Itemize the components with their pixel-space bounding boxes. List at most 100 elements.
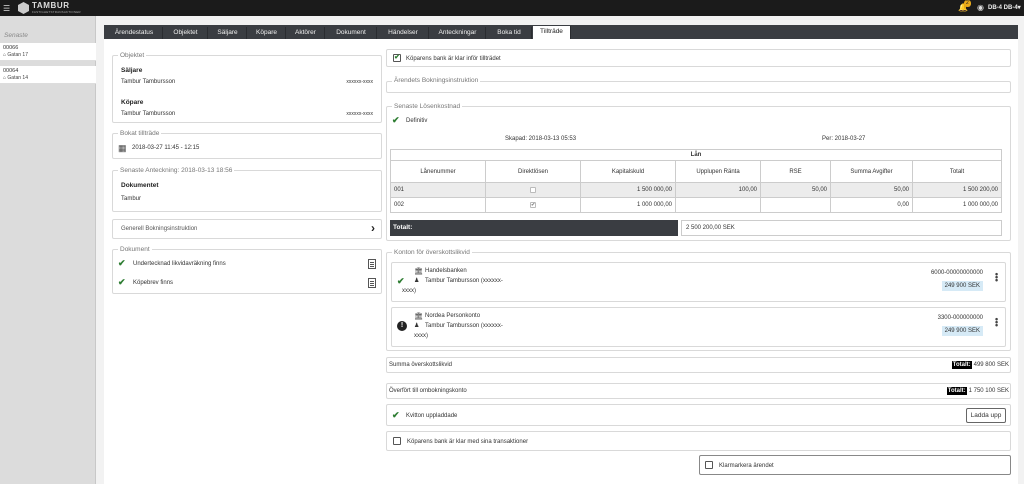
overfort-total-label: Totalt: [946, 387, 967, 395]
generell-label: Generell Bokningsinstruktion [121, 226, 198, 232]
konton-panel: Konton för överskottslikvid ✔ 🏛 Handelsb… [386, 249, 1011, 351]
tab-dokument[interactable]: Dokument [326, 27, 377, 39]
objektet-legend: Objektet [118, 52, 147, 59]
user-name: DB-4 DB-4 [988, 5, 1018, 11]
buyer-name: Tambur Tambursson [121, 111, 176, 117]
arendets-legend: Ärendets Bokningsinstruktion [392, 77, 481, 84]
logo[interactable]: TAMBUR FASTIGHETSTRANSAKTIONER [18, 1, 81, 15]
direktlosen-checkbox[interactable]: ✔ [530, 201, 536, 208]
losen-created: Skapad: 2018-03-13 05:53 [505, 136, 577, 142]
check-icon: ✔ [118, 277, 126, 287]
losenkostnad-panel: Senaste Lösenkostnad ✔ Definitiv Skapad:… [386, 103, 1011, 241]
col-direktlosen: Direktlösen [485, 160, 581, 183]
check-icon: ✔ [392, 115, 400, 125]
buyer-id: xxxxxx-xxxx [346, 111, 373, 117]
account-number: 3300-000000000 [937, 315, 983, 321]
tab-anteckningar[interactable]: Anteckningar [430, 27, 486, 39]
case-address: ⌂ Gatan 17 [3, 52, 93, 58]
arendets-bokningsinstruktion-panel[interactable]: Ärendets Bokningsinstruktion [386, 77, 1011, 93]
user-icon[interactable]: ◉ [977, 3, 984, 12]
col-upplupen-ranta: Upplupen Ränta [675, 160, 761, 183]
bank-name: Handelsbanken [425, 268, 467, 274]
dokument-item-label: Köpebrev finns [133, 280, 174, 286]
col-rse: RSE [760, 160, 831, 183]
tab-saljare[interactable]: Säljare [209, 27, 247, 39]
user-menu[interactable]: DB-4 DB-4▾ [988, 4, 1021, 11]
hamburger-menu-icon[interactable]: ☰ [3, 4, 10, 13]
dokument-legend: Dokument [118, 246, 152, 253]
bokat-tilltrade-panel: Bokat tillträde ▦ 2018-03-27 11:45 - 12:… [112, 130, 382, 159]
col-totalt: Totalt [912, 160, 1002, 183]
notification-badge: 2 [964, 0, 971, 7]
tab-objektet[interactable]: Objektet [164, 27, 208, 39]
sidebar-item-00066[interactable]: 00066 ⌂ Gatan 17 [0, 43, 96, 61]
overfort-value: 1 750 100 SEK [968, 388, 1009, 394]
logo-subtext: FASTIGHETSTRANSAKTIONER [32, 10, 81, 14]
document-icon[interactable] [368, 278, 376, 288]
anteckning-legend: Senaste Anteckning: 2018-03-13 18:56 [118, 167, 235, 174]
tab-kopare[interactable]: Köpare [248, 27, 286, 39]
losen-per: Per: 2018-03-27 [822, 136, 866, 142]
losen-legend: Senaste Lösenkostnad [392, 103, 463, 110]
cell-lanenummer: 002 [390, 197, 486, 213]
chevron-right-icon[interactable]: › [371, 221, 375, 235]
more-vertical-icon[interactable]: • • • [995, 270, 998, 285]
calendar-icon: ▦ [118, 143, 127, 153]
konton-legend: Konton för överskottslikvid [392, 249, 472, 256]
cell-ranta [675, 197, 761, 213]
cell-kapitalskuld: 1 500 000,00 [580, 182, 676, 198]
cell-avgifter: 50,00 [830, 182, 913, 198]
klarmarkera-label: Klarmarkera ärendet [719, 463, 774, 469]
seller-label: Säljare [121, 67, 143, 74]
account-owner: Tambur Tambursson (xxxxxx- [425, 323, 503, 329]
tab-boka-tid[interactable]: Boka tid [487, 27, 532, 39]
dokument-item-label: Undertecknad likvidavräkning finns [133, 261, 226, 267]
kvitton-label: Kvitton uppladdade [406, 413, 458, 419]
overfort-row: Överfört till ombokningskonto Totalt: 1 … [386, 383, 1011, 399]
account-card-nordea: ! 🏛 Nordea Personkonto ♟ Tambur Tamburss… [391, 307, 1006, 347]
summa-overskottslikvid-row: Summa överskottslikvid Totalt: 499 800 S… [386, 357, 1011, 373]
tab-arendestatus[interactable]: Ärendestatus [106, 27, 163, 39]
tab-bar: Ärendestatus Objektet Säljare Köpare Akt… [104, 25, 1018, 39]
summa-total: Totalt: 499 800 SEK [951, 361, 1009, 369]
tab-tilltrade[interactable]: Tillträde [533, 26, 571, 39]
total-value: 2 500 200,00 SEK [681, 220, 1002, 236]
home-icon: ⌂ [3, 75, 7, 81]
dokument-panel: Dokument ✔ Undertecknad likvidavräkning … [112, 246, 382, 294]
klarmarkera-button[interactable]: Klarmarkera ärendet [699, 455, 1011, 475]
summa-total-label: Totalt: [951, 361, 972, 369]
kvitton-row: ✔ Kvitton uppladdade Ladda upp [386, 404, 1011, 426]
upload-button[interactable]: Ladda upp [966, 408, 1006, 423]
account-owner-cont: xxxx) [414, 333, 428, 339]
klarmarkera-checkbox[interactable] [705, 461, 713, 469]
account-owner: Tambur Tambursson (xxxxxx- [425, 278, 503, 284]
cell-totalt: 1 500 200,00 [912, 182, 1002, 198]
document-icon[interactable] [368, 259, 376, 269]
col-summa-avgifter: Summa Avgifter [830, 160, 913, 183]
account-card-handelsbanken: ✔ 🏛 Handelsbanken ♟ Tambur Tambursson (x… [391, 262, 1006, 302]
cell-avgifter: 0,00 [830, 197, 913, 213]
warning-icon: ! [397, 321, 407, 331]
case-address-text: Gatan 17 [7, 52, 28, 58]
cell-lanenummer: 001 [390, 182, 486, 198]
bank-ready-checkbox[interactable]: ✔ [393, 54, 401, 62]
sidebar-item-00064[interactable]: 00064 ⌂ Gatan 14 [0, 66, 96, 84]
case-address-text: Gatan 14 [7, 75, 28, 81]
bokat-legend: Bokat tillträde [118, 130, 162, 137]
losen-status: Definitiv [406, 118, 428, 124]
direktlosen-checkbox[interactable] [530, 186, 536, 193]
tab-handelser[interactable]: Händelser [378, 27, 429, 39]
generell-bokningsinstruktion-panel[interactable]: Generell Bokningsinstruktion › [112, 219, 382, 239]
total-label: Totalt: [390, 220, 678, 236]
check-icon: ✔ [392, 410, 400, 420]
recent-sidebar: Senaste 00066 ⌂ Gatan 17 00064 ⌂ Gatan 1… [0, 16, 96, 484]
person-icon: ♟ [414, 323, 420, 329]
bank-transactions-label: Köparens bank är klar med sina transakti… [407, 439, 529, 445]
note-title: Dokumentet [121, 182, 159, 189]
bank-transactions-checkbox[interactable] [393, 437, 401, 445]
case-number: 00064 [3, 68, 19, 74]
tab-aktorer[interactable]: Aktörer [287, 27, 325, 39]
col-kapitalskuld: Kapitalskuld [580, 160, 676, 183]
anteckning-panel: Senaste Anteckning: 2018-03-13 18:56 Dok… [112, 167, 382, 212]
more-vertical-icon[interactable]: • • • [995, 315, 998, 330]
